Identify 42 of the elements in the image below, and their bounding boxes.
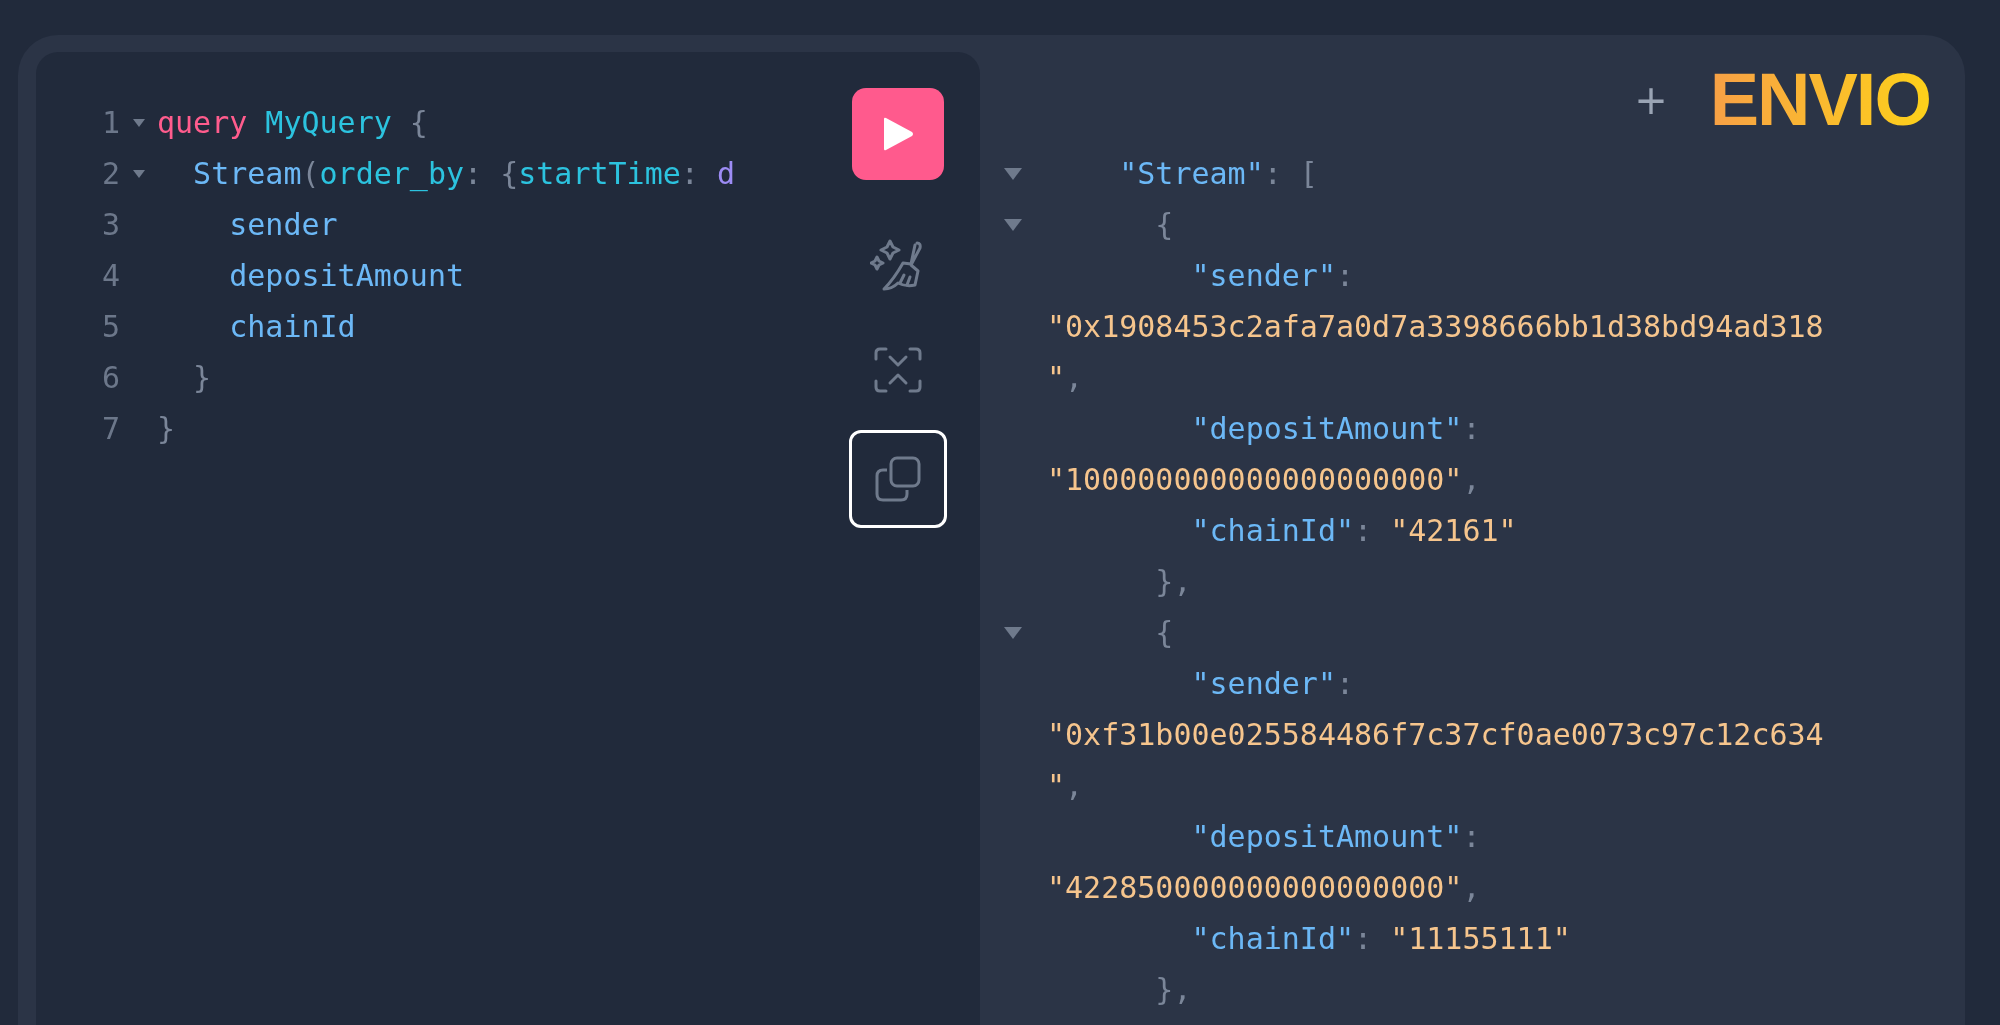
fold-icon[interactable]: [1002, 166, 1023, 181]
code-line: sender: [228, 207, 338, 242]
code-line: chainId: [228, 309, 356, 344]
fold-icon[interactable]: [1002, 625, 1023, 640]
line-number: 6: [100, 360, 120, 395]
json-line: "chainId": "42161": [1190, 513, 1517, 548]
json-line: "100000000000000000000",: [1047, 462, 1481, 497]
line-number: 4: [100, 258, 120, 293]
fold-icon[interactable]: [131, 168, 146, 179]
code-line: }: [192, 360, 212, 395]
json-line: {: [1154, 615, 1174, 650]
play-icon: [882, 117, 914, 151]
line-number: 1: [100, 105, 120, 140]
json-line: "422850000000000000000",: [1047, 870, 1481, 905]
copy-icon: [875, 456, 921, 502]
json-line: {: [1154, 207, 1174, 242]
json-line: "0xf31b00e025584486f7c37cf0ae0073c97c12c634: [1047, 717, 1824, 752]
json-line: "depositAmount":: [1190, 411, 1481, 446]
code-line: query MyQuery {: [157, 105, 428, 140]
line-number: 2: [100, 156, 120, 191]
json-line: "sender":: [1190, 666, 1355, 701]
collapse-icon: [874, 347, 922, 393]
line-number: 5: [100, 309, 120, 344]
json-line: "chainId": "11155111": [1190, 921, 1571, 956]
json-line: },: [1154, 564, 1192, 599]
code-line: depositAmount: [228, 258, 465, 293]
add-button[interactable]: +: [1628, 80, 1674, 120]
code-line: }: [157, 411, 176, 446]
run-button[interactable]: [852, 88, 944, 180]
line-number: 7: [100, 411, 120, 446]
fold-icon[interactable]: [1002, 217, 1023, 232]
json-line: "sender":: [1190, 258, 1355, 293]
json-line: "0x1908453c2afa7a0d7a3398666bb1d38bd94ad318: [1047, 309, 1824, 344]
json-line: "depositAmount":: [1190, 819, 1481, 854]
line-number: 3: [100, 207, 120, 242]
fold-icon[interactable]: [131, 117, 146, 128]
json-line: ",: [1047, 768, 1084, 803]
copy-button[interactable]: [849, 430, 947, 528]
json-line: "Stream": [: [1118, 156, 1318, 191]
json-line: ",: [1047, 360, 1084, 395]
code-line: Stream(order_by: {startTime: d: [192, 156, 735, 191]
json-line: },: [1154, 972, 1192, 1007]
